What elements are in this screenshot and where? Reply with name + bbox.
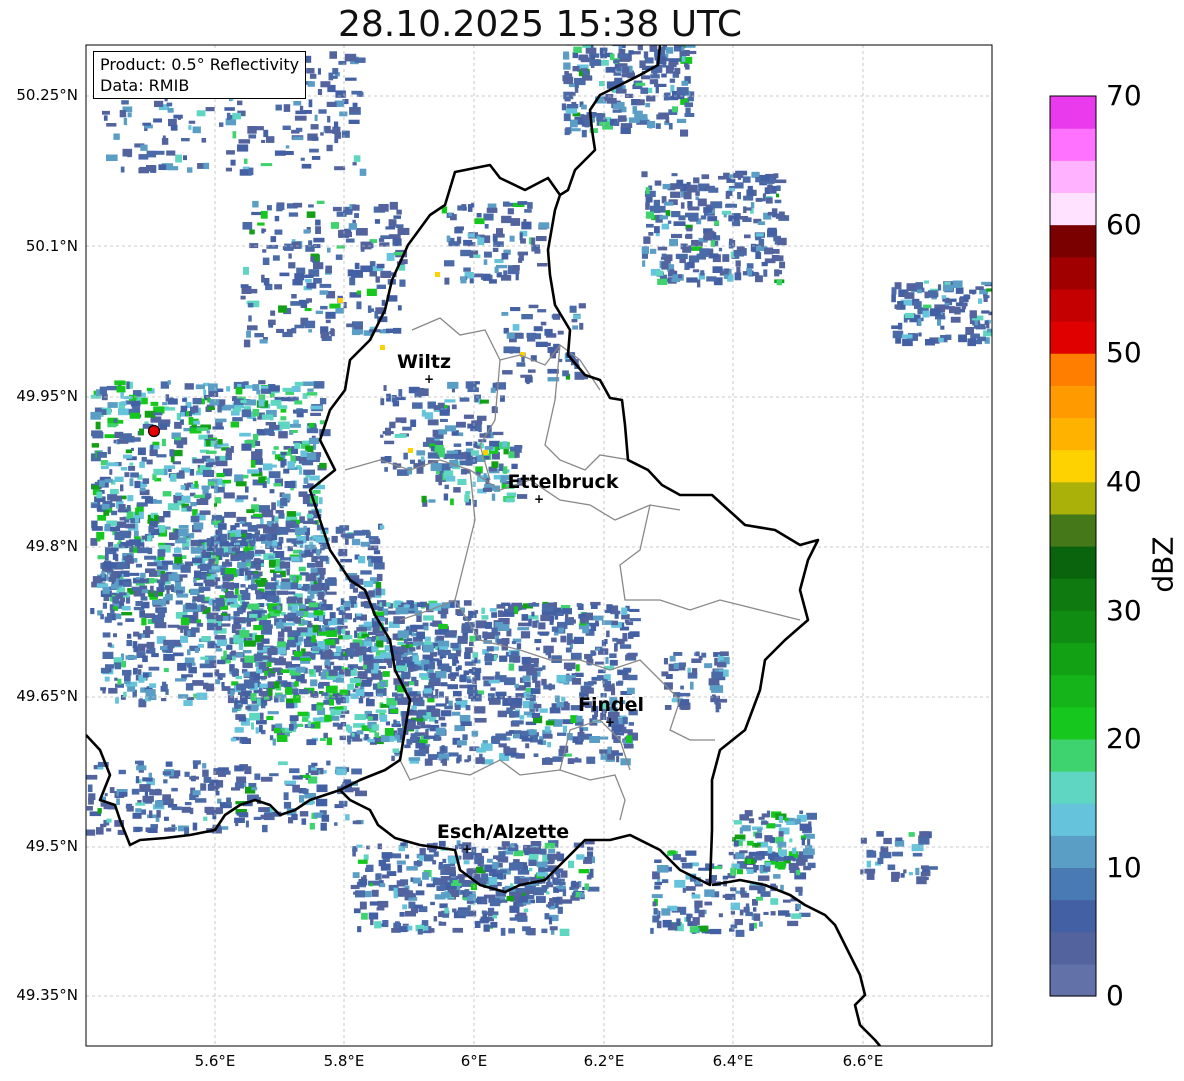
lat-tick-label: 49.95°N (16, 387, 78, 405)
colorbar-segment (1050, 288, 1096, 322)
colorbar-segment (1050, 867, 1096, 901)
city-wiltz: Wiltz + (397, 351, 451, 386)
colorbar-segment (1050, 578, 1096, 611)
colorbar-segment (1050, 546, 1096, 579)
colorbar-segment (1050, 321, 1096, 354)
lat-tick-label: 49.65°N (16, 687, 78, 705)
colorbar-segment (1050, 899, 1096, 933)
lat-tick-label: 49.35°N (16, 986, 78, 1004)
lat-tick-label: 49.5°N (25, 837, 78, 855)
colorbar-segment (1050, 738, 1096, 772)
data-source-text: Data: RMIB (100, 76, 190, 95)
product-text: Product: 0.5° Reflectivity (100, 55, 300, 74)
lon-tick-label: 5.8°E (323, 1052, 365, 1070)
city-label: Wiltz (397, 351, 451, 373)
colorbar-segment (1050, 931, 1096, 965)
lon-tick-label: 6.2°E (583, 1052, 625, 1070)
lat-tick-label: 50.1°N (25, 237, 78, 255)
city-label: Ettelbruck (508, 471, 619, 493)
colorbar-segment (1050, 417, 1096, 451)
colorbar (1050, 96, 1096, 997)
lon-tick-label: 6.4°E (712, 1052, 754, 1070)
colorbar-tick-label: 0 (1106, 979, 1124, 1012)
colorbar-segment (1050, 513, 1096, 547)
colorbar-tick-label: 60 (1106, 208, 1142, 241)
colorbar-segment (1050, 96, 1096, 129)
lat-tick-label: 50.25°N (16, 86, 78, 104)
colorbar-segment (1050, 963, 1096, 997)
colorbar-segment (1050, 481, 1096, 515)
colorbar-segment (1050, 835, 1096, 869)
lon-tick-label: 6°E (460, 1052, 488, 1070)
radar-site-marker (147, 424, 161, 438)
colorbar-segment (1050, 449, 1096, 483)
colorbar-tick-label: 40 (1106, 465, 1142, 498)
info-box: Product: 0.5° Reflectivity Data: RMIB (93, 51, 307, 99)
colorbar-segment (1050, 256, 1096, 290)
colorbar-segment (1050, 192, 1096, 226)
colorbar-segment (1050, 771, 1096, 804)
colorbar-tick-label: 30 (1106, 594, 1142, 627)
city-label: Esch/Alzette (437, 821, 569, 843)
lon-tick-label: 6.6°E (842, 1052, 884, 1070)
colorbar-tick-label: 70 (1106, 79, 1142, 112)
colorbar-tick-label: 20 (1106, 722, 1142, 755)
city-marker: + (534, 492, 544, 506)
city-marker: + (462, 842, 472, 856)
colorbar-segment (1050, 610, 1096, 644)
colorbar-segment (1050, 674, 1096, 708)
colorbar-tick-label: 10 (1106, 851, 1142, 884)
colorbar-label: dBZ (1146, 536, 1180, 593)
radar-map: Wiltz + Ettelbruck + Findel + Esch/Alzet… (85, 44, 1097, 1047)
colorbar-segment (1050, 385, 1096, 419)
colorbar-segment (1050, 224, 1096, 258)
colorbar-segment (1050, 803, 1096, 836)
lon-tick-label: 5.6°E (194, 1052, 236, 1070)
lat-tick-label: 49.8°N (25, 537, 78, 555)
colorbar-segment (1050, 642, 1096, 676)
city-marker: + (424, 372, 434, 386)
city-label: Findel (578, 694, 644, 716)
colorbar-segment (1050, 160, 1096, 194)
colorbar-tick-label: 50 (1106, 336, 1142, 369)
colorbar-segment (1050, 353, 1096, 386)
colorbar-segment (1050, 706, 1096, 740)
colorbar-segment (1050, 128, 1096, 161)
city-marker: + (605, 715, 615, 729)
